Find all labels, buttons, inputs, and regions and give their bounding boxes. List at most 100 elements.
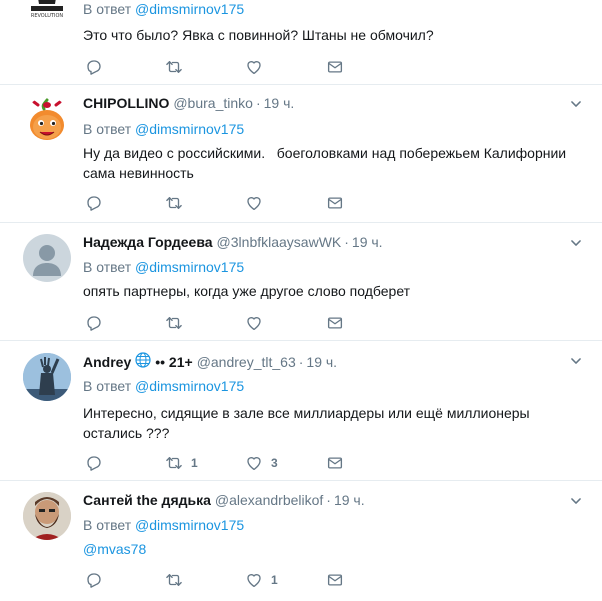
tweet-header: Andrey •• 21+ @andrey_tlt_63 · 19 ч. xyxy=(83,352,337,371)
like-button[interactable] xyxy=(245,313,271,333)
retweet-button[interactable] xyxy=(165,57,191,77)
reply-handle-link[interactable]: @dimsmirnov175 xyxy=(135,1,244,17)
avatar[interactable] xyxy=(23,492,71,540)
reply-button[interactable] xyxy=(85,57,111,77)
reply-to: В ответ @dimsmirnov175 xyxy=(83,259,244,275)
reply-button[interactable] xyxy=(85,570,111,590)
envelope-icon xyxy=(326,194,344,212)
chevron-down-icon[interactable] xyxy=(569,494,583,508)
envelope-icon xyxy=(326,58,344,76)
retweet-button[interactable] xyxy=(165,570,191,590)
tweet-text: Это что было? Явка с повинной? Штаны не … xyxy=(83,27,434,43)
tweet-header: Сантей the дядька @alexandrbelikof · 19 … xyxy=(83,492,365,508)
tweet-actions xyxy=(85,313,485,333)
envelope-icon xyxy=(326,314,344,332)
separator-dot: · xyxy=(344,234,349,250)
direct-message-button[interactable] xyxy=(326,570,344,590)
tweet-text: Интересно, сидящие в зале все миллиардер… xyxy=(83,405,530,441)
timestamp[interactable]: 19 ч. xyxy=(264,95,295,111)
user-handle[interactable]: @3lnbfklaaysawWK xyxy=(217,234,342,250)
retweet-button[interactable]: 1 xyxy=(165,453,198,473)
like-button[interactable] xyxy=(245,193,271,213)
user-handle[interactable]: @alexandrbelikof xyxy=(215,492,323,508)
retweet-button[interactable] xyxy=(165,193,191,213)
retweet-count: 1 xyxy=(191,456,198,470)
tweet-actions xyxy=(85,57,485,77)
chevron-down-icon[interactable] xyxy=(569,97,583,111)
display-name[interactable]: Сантей the дядька xyxy=(83,492,211,508)
avatar-logo-text: REVOLUTION xyxy=(31,13,64,19)
globe-icon xyxy=(135,352,151,371)
tweet[interactable]: REVOLUTION В ответ @dimsmirnov175 Это чт… xyxy=(0,0,602,85)
heart-icon xyxy=(245,58,263,76)
direct-message-button[interactable] xyxy=(326,313,344,333)
direct-message-button[interactable] xyxy=(326,193,344,213)
reply-prefix: В ответ xyxy=(83,1,132,17)
like-count: 3 xyxy=(271,456,278,470)
timestamp[interactable]: 19 ч. xyxy=(334,492,365,508)
direct-message-button[interactable] xyxy=(326,57,344,77)
avatar[interactable]: REVOLUTION xyxy=(23,0,71,38)
like-button[interactable] xyxy=(245,57,271,77)
user-handle[interactable]: @andrey_tlt_63 xyxy=(197,354,296,370)
separator-dot: · xyxy=(326,492,331,508)
retweet-icon xyxy=(165,194,183,212)
user-handle[interactable]: @bura_tinko xyxy=(173,95,253,111)
default-avatar-icon xyxy=(33,245,61,276)
reply-prefix: В ответ xyxy=(83,517,132,533)
timestamp[interactable]: 19 ч. xyxy=(306,354,337,370)
tweet-actions: 1 xyxy=(85,570,485,590)
revolution-logo-icon: REVOLUTION xyxy=(31,0,64,19)
tweet[interactable]: CHIPOLLINO @bura_tinko · 19 ч. В ответ @… xyxy=(0,85,602,223)
reply-handle-link[interactable]: @dimsmirnov175 xyxy=(135,259,244,275)
tweet-header: Надежда Гордеева @3lnbfklaaysawWK · 19 ч… xyxy=(83,234,383,250)
tweet-text: @mvas78 xyxy=(83,539,573,559)
retweet-icon xyxy=(165,58,183,76)
display-name[interactable]: CHIPOLLINO xyxy=(83,95,169,111)
reply-to: В ответ @dimsmirnov175 xyxy=(83,378,244,394)
reply-icon xyxy=(85,454,103,472)
chevron-down-icon[interactable] xyxy=(569,354,583,368)
reply-prefix: В ответ xyxy=(83,121,132,137)
avatar[interactable] xyxy=(23,234,71,282)
envelope-icon xyxy=(326,571,344,589)
tweet-text: опять партнеры, когда уже другое слово п… xyxy=(83,283,411,299)
chevron-down-icon[interactable] xyxy=(569,236,583,250)
timestamp[interactable]: 19 ч. xyxy=(352,234,383,250)
reply-to: В ответ @dimsmirnov175 xyxy=(83,121,244,137)
reply-prefix: В ответ xyxy=(83,259,132,275)
retweet-icon xyxy=(165,314,183,332)
heart-icon xyxy=(245,314,263,332)
retweet-icon xyxy=(165,571,183,589)
tweet[interactable]: Надежда Гордеева @3lnbfklaaysawWK · 19 ч… xyxy=(0,223,602,341)
reply-to: В ответ @dimsmirnov175 xyxy=(83,517,244,533)
like-button[interactable]: 1 xyxy=(245,570,278,590)
tweet[interactable]: Andrey •• 21+ @andrey_tlt_63 · 19 ч. В о… xyxy=(0,341,602,481)
retweet-button[interactable] xyxy=(165,313,191,333)
avatar[interactable] xyxy=(23,97,71,145)
display-name[interactable]: Надежда Гордеева xyxy=(83,234,213,250)
like-button[interactable]: 3 xyxy=(245,453,278,473)
display-name-extra: •• 21+ xyxy=(155,353,193,370)
reply-handle-link[interactable]: @dimsmirnov175 xyxy=(135,517,244,533)
reply-icon xyxy=(85,571,103,589)
bearded-man-avatar-icon xyxy=(23,492,71,540)
reply-button[interactable] xyxy=(85,193,111,213)
reply-handle-link[interactable]: @dimsmirnov175 xyxy=(135,121,244,137)
like-count: 1 xyxy=(271,573,278,587)
reply-button[interactable] xyxy=(85,453,111,473)
display-name[interactable]: Andrey xyxy=(83,354,131,370)
separator-dot: · xyxy=(298,353,304,370)
heart-icon xyxy=(245,571,263,589)
heart-icon xyxy=(245,194,263,212)
retweet-icon xyxy=(165,454,183,472)
reply-handle-link[interactable]: @dimsmirnov175 xyxy=(135,378,244,394)
separator-dot: · xyxy=(255,95,261,111)
mention-link[interactable]: @mvas78 xyxy=(83,541,146,557)
reply-button[interactable] xyxy=(85,313,111,333)
avatar[interactable] xyxy=(23,353,71,401)
reply-to: В ответ @dimsmirnov175 xyxy=(83,1,244,17)
reply-icon xyxy=(85,194,103,212)
tweet[interactable]: Сантей the дядька @alexandrbelikof · 19 … xyxy=(0,481,602,601)
direct-message-button[interactable] xyxy=(326,453,344,473)
